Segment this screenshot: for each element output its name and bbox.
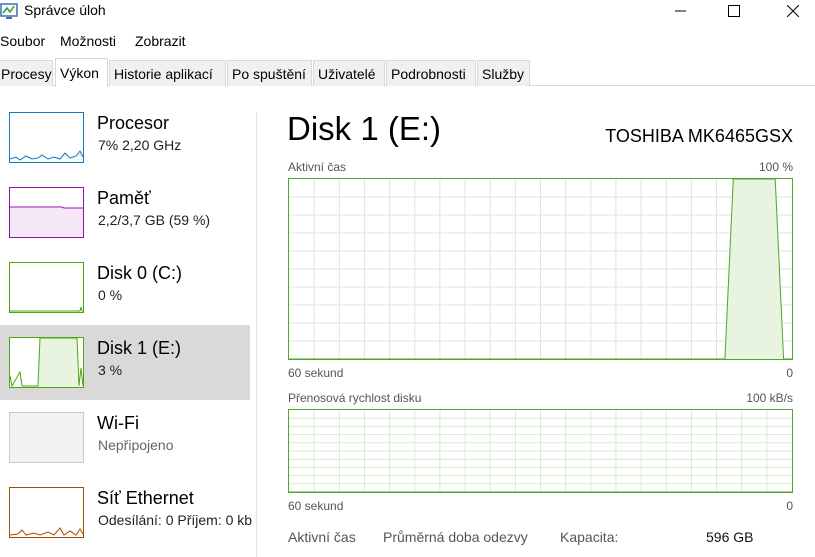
device-model: TOSHIBA MK6465GSX bbox=[605, 126, 793, 146]
close-button[interactable] bbox=[770, 0, 815, 24]
graph-1-time: 60 sekund bbox=[288, 366, 344, 380]
transfer-rate-graph bbox=[288, 409, 793, 493]
sidebar-item-label: Procesor bbox=[97, 113, 170, 133]
graph-2-max: 100 kB/s bbox=[746, 391, 793, 405]
active-time-label: Aktivní čas bbox=[288, 529, 356, 545]
sidebar-item-disk-0[interactable]: Disk 0 (C:) 0 % bbox=[0, 250, 250, 325]
tab-uzivatele[interactable]: Uživatelé bbox=[313, 60, 385, 86]
sidebar-item-wifi[interactable]: Wi-Fi Nepřipojeno bbox=[0, 400, 250, 475]
pamet-thumbnail-graph bbox=[9, 187, 84, 238]
title-bar: Správce úloh bbox=[0, 0, 815, 24]
window-title: Správce úloh bbox=[24, 2, 106, 18]
sidebar-item-label: Disk 0 (C:) bbox=[97, 263, 182, 283]
sidebar-item-pamet[interactable]: Paměť 2,2/3,7 GB (59 %) bbox=[0, 175, 250, 250]
sidebar-item-procesor[interactable]: Procesor 7% 2,20 GHz bbox=[0, 100, 250, 175]
sidebar-item-value: Nepřipojeno bbox=[98, 437, 174, 453]
menu-soubor[interactable]: Soubor bbox=[0, 33, 45, 49]
graph-1-min: 0 bbox=[786, 366, 793, 380]
menu-moznosti[interactable]: Možnosti bbox=[60, 33, 116, 49]
sidebar-item-disk-1[interactable]: Disk 1 (E:) 3 % bbox=[0, 325, 250, 400]
sidebar-item-value: 0 % bbox=[98, 287, 123, 303]
sidebar-item-label: Disk 1 (E:) bbox=[97, 338, 182, 358]
transfer-rate-chart bbox=[289, 410, 792, 492]
graph-2-min: 0 bbox=[786, 499, 793, 513]
disk-0-thumbnail-graph bbox=[9, 262, 84, 313]
graph-1-max: 100 % bbox=[758, 160, 793, 174]
active-time-graph bbox=[288, 178, 793, 360]
graph-2-label: Přenosová rychlost disku bbox=[288, 391, 422, 405]
sidebar-item-label: Síť Ethernet bbox=[97, 488, 194, 508]
tab-bar: Procesy Výkon Historie aplikací Po spušt… bbox=[0, 58, 815, 87]
minimize-icon bbox=[675, 10, 686, 12]
sidebar-item-value: Odesílání: 0 Příjem: 0 kb bbox=[98, 512, 253, 528]
sidebar-item-value: 2,2/3,7 GB (59 %) bbox=[98, 212, 211, 228]
task-manager-icon bbox=[0, 3, 20, 20]
graph-2-time: 60 sekund bbox=[288, 499, 344, 513]
tab-podrobnosti[interactable]: Podrobnosti bbox=[386, 60, 476, 86]
tab-historie-aplikaci[interactable]: Historie aplikací bbox=[109, 60, 226, 86]
tab-vykon[interactable]: Výkon bbox=[55, 58, 108, 87]
active-time-chart bbox=[289, 179, 792, 359]
capacity-value: 596 GB bbox=[706, 529, 754, 545]
close-icon bbox=[787, 5, 799, 17]
menu-zobrazit[interactable]: Zobrazit bbox=[135, 33, 186, 49]
minimize-button[interactable] bbox=[658, 0, 704, 24]
tab-sluzby[interactable]: Služby bbox=[477, 60, 530, 86]
graph-1-label: Aktivní čas bbox=[288, 160, 347, 174]
avg-response-label: Průměrná doba odezvy bbox=[383, 529, 528, 545]
tab-procesy[interactable]: Procesy bbox=[0, 60, 53, 86]
page-title: Disk 1 (E:) bbox=[287, 110, 442, 147]
wifi-thumbnail-graph bbox=[9, 412, 84, 463]
ethernet-thumbnail-graph bbox=[9, 487, 84, 538]
maximize-button[interactable] bbox=[711, 0, 757, 24]
sidebar-item-ethernet[interactable]: Síť Ethernet Odesílání: 0 Příjem: 0 kb bbox=[0, 475, 253, 550]
sidebar-item-value: 7% 2,20 GHz bbox=[98, 137, 182, 153]
sidebar-item-value: 3 % bbox=[98, 362, 123, 378]
resource-list: Procesor 7% 2,20 GHz Paměť 2,2/3,7 GB (5… bbox=[0, 100, 253, 557]
panel-divider bbox=[256, 112, 257, 557]
sidebar-item-label: Wi-Fi bbox=[97, 413, 139, 433]
disk-1-thumbnail-graph bbox=[9, 337, 84, 388]
maximize-icon bbox=[728, 5, 740, 17]
tab-po-spusteni[interactable]: Po spuštění bbox=[227, 60, 312, 86]
capacity-label: Kapacita: bbox=[560, 529, 619, 545]
procesor-thumbnail-graph bbox=[9, 112, 84, 163]
sidebar-item-label: Paměť bbox=[97, 188, 151, 208]
